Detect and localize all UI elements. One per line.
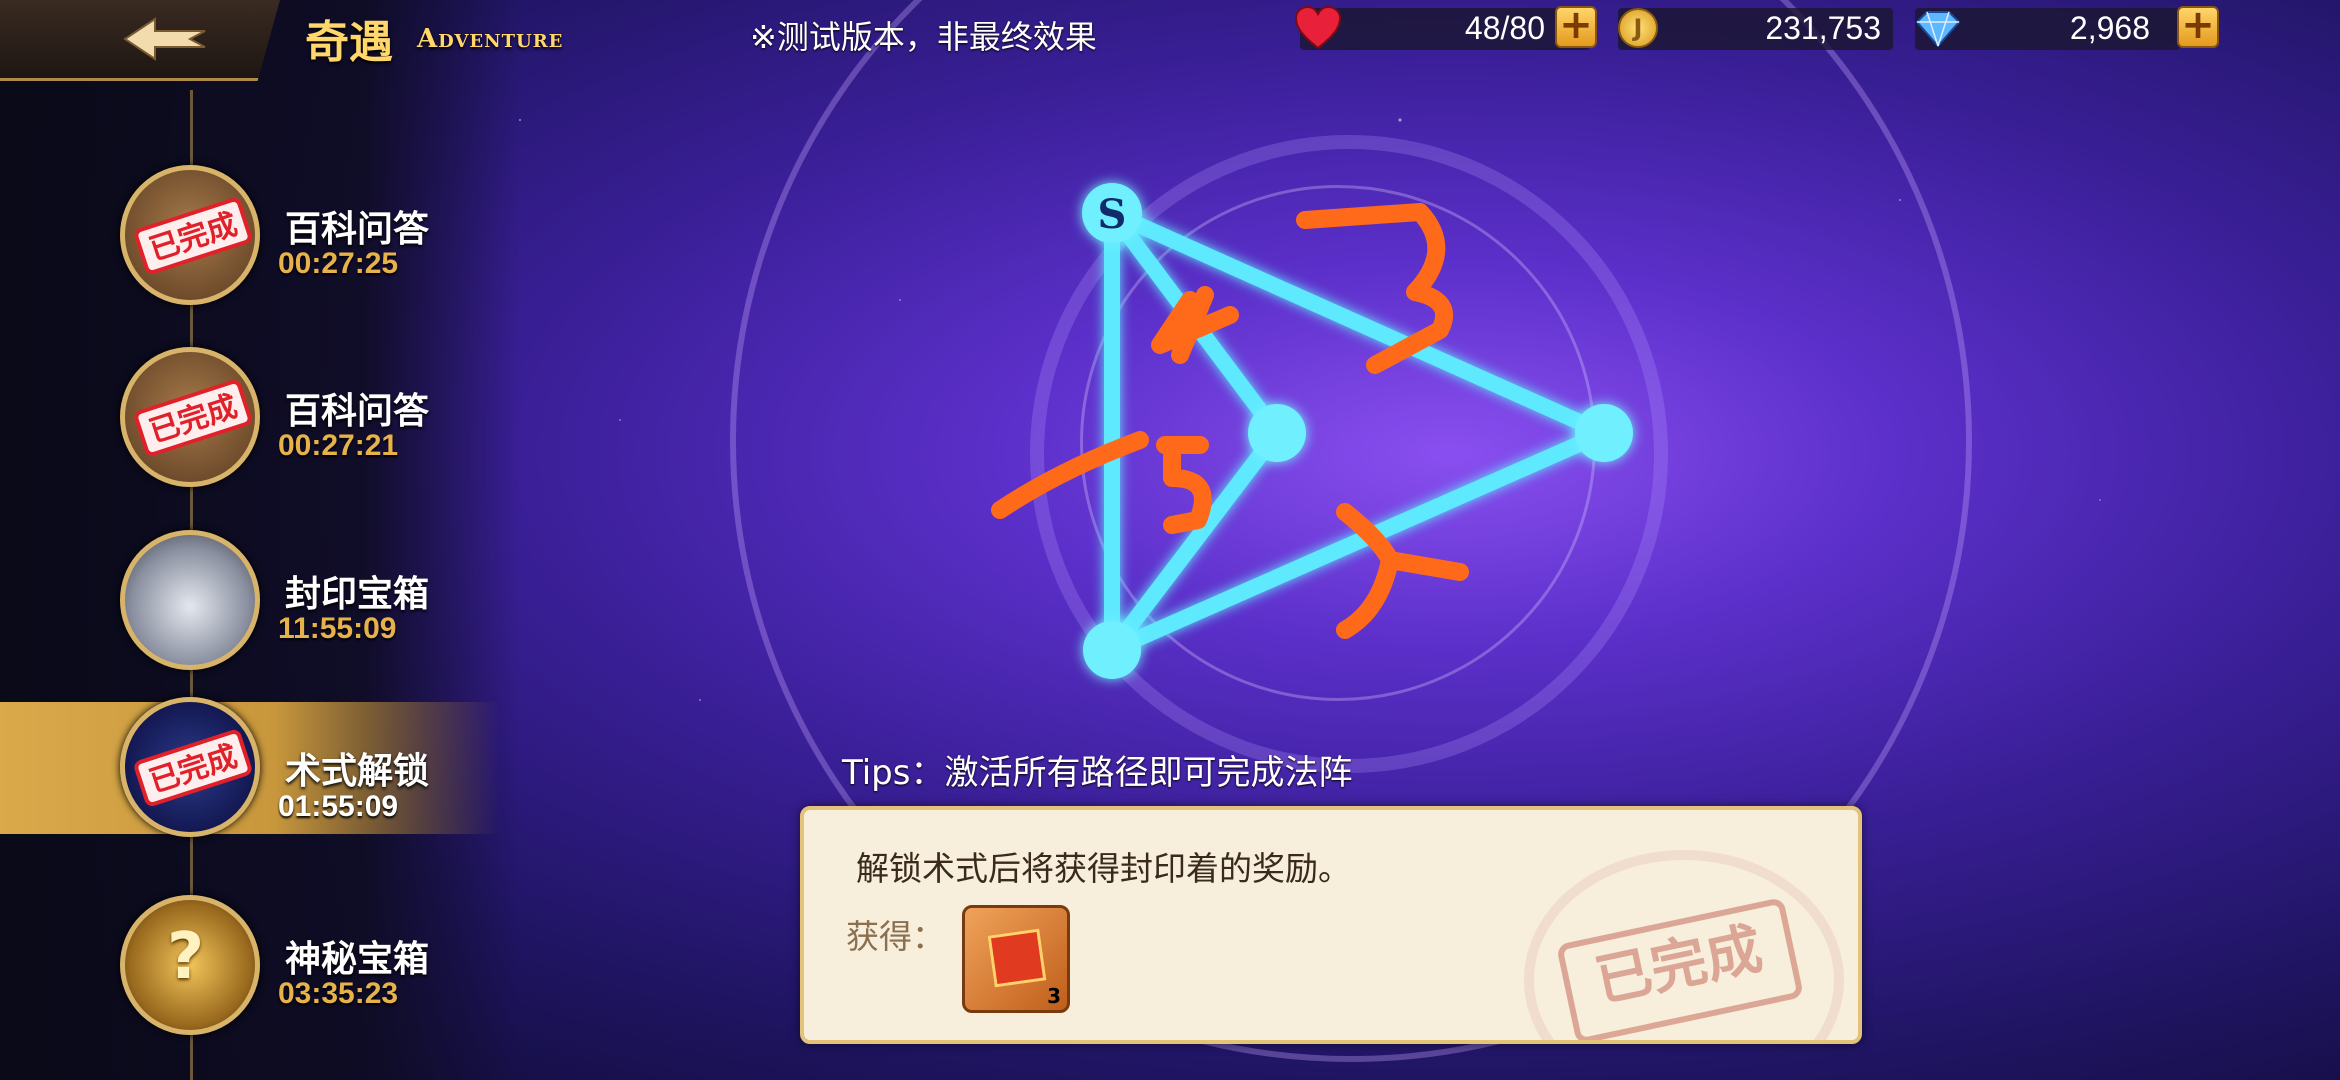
gold-counter: J 231,753 — [1618, 8, 1893, 50]
sidebar-item-label: 百科问答 — [285, 391, 430, 432]
mystery-chest-icon: ? — [120, 895, 260, 1035]
test-version-notice: ※测试版本，非最终效果 — [750, 18, 1097, 56]
completed-stamp: 已完成 — [132, 377, 254, 459]
coin-icon: J — [1618, 8, 1658, 48]
node-right[interactable] — [1575, 404, 1633, 462]
page-subtitle: Adventure — [417, 24, 564, 54]
sidebar-item-sealed-chest[interactable]: 封印宝箱 11:55:09 — [0, 520, 500, 670]
annotation-5 — [1156, 436, 1212, 534]
sidebar-item-quiz-2[interactable]: 已完成 百科问答 00:27:21 — [0, 337, 500, 487]
sidebar-item-time: 00:27:21 — [278, 429, 399, 462]
book-icon: 已完成 — [120, 347, 260, 487]
gem-value: 2,968 — [2069, 10, 2150, 46]
gold-value: 231,753 — [1765, 10, 1881, 46]
sidebar-item-time: 00:27:25 — [278, 247, 399, 280]
reward-get-label: 获得： — [846, 917, 945, 956]
magic-orb-icon: 已完成 — [120, 697, 260, 837]
stamina-counter: 48/80 — [1294, 6, 1590, 50]
completed-stamp: 已完成 — [132, 727, 254, 809]
sidebar-item-time: 01:55:09 — [278, 790, 399, 823]
diamond-icon — [1915, 11, 1961, 48]
reward-count: 3 — [1047, 984, 1061, 1008]
node-center[interactable] — [1248, 404, 1306, 462]
sidebar-item-quiz-1[interactable]: 已完成 百科问答 00:27:25 — [0, 155, 500, 305]
sidebar-item-mystery-chest[interactable]: ? 神秘宝箱 03:35:23 — [0, 885, 500, 1035]
scroll-icon — [987, 928, 1047, 988]
heart-icon — [1294, 6, 1342, 50]
reward-panel: 解锁术式后将获得封印着的奖励。 获得： 3 已完成 — [800, 806, 1862, 1044]
sidebar-item-spell-unlock[interactable]: 已完成 术式解锁 01:55:09 — [0, 697, 500, 837]
adventure-sidebar: 已完成 百科问答 00:27:25 已完成 百科问答 00:27:21 封印宝箱… — [0, 0, 520, 1080]
add-gems-button[interactable]: + — [2177, 5, 2219, 48]
page-title: 奇遇 — [305, 17, 393, 68]
sidebar-item-time: 11:55:09 — [278, 612, 397, 645]
sidebar-item-label: 术式解锁 — [285, 751, 430, 792]
sidebar-item-label: 百科问答 — [285, 209, 430, 250]
book-icon: 已完成 — [120, 165, 260, 305]
stamina-value: 48/80 — [1464, 10, 1545, 46]
orange-annotation-marks — [991, 203, 1469, 639]
add-stamina-button[interactable]: + — [1555, 5, 1597, 48]
reward-item[interactable]: 3 — [962, 905, 1070, 1013]
completed-stamp: 已完成 — [132, 195, 254, 277]
annotation-3 — [1296, 203, 1453, 374]
gem-counter: 2,968 — [1915, 8, 2180, 50]
sidebar-item-label: 封印宝箱 — [285, 574, 430, 615]
back-arrow-icon[interactable] — [120, 14, 210, 64]
sidebar-item-time: 03:35:23 — [278, 977, 399, 1010]
reward-description: 解锁术式后将获得封印着的奖励。 — [856, 849, 1351, 888]
puzzle-tips: Tips：激活所有路径即可完成法阵 — [842, 753, 1353, 793]
silver-chest-icon — [120, 530, 260, 670]
question-mark-icon: ? — [167, 920, 205, 994]
sidebar-item-label: 神秘宝箱 — [285, 939, 430, 980]
node-start-label: S — [1098, 191, 1127, 238]
node-bottom[interactable] — [1083, 621, 1141, 679]
